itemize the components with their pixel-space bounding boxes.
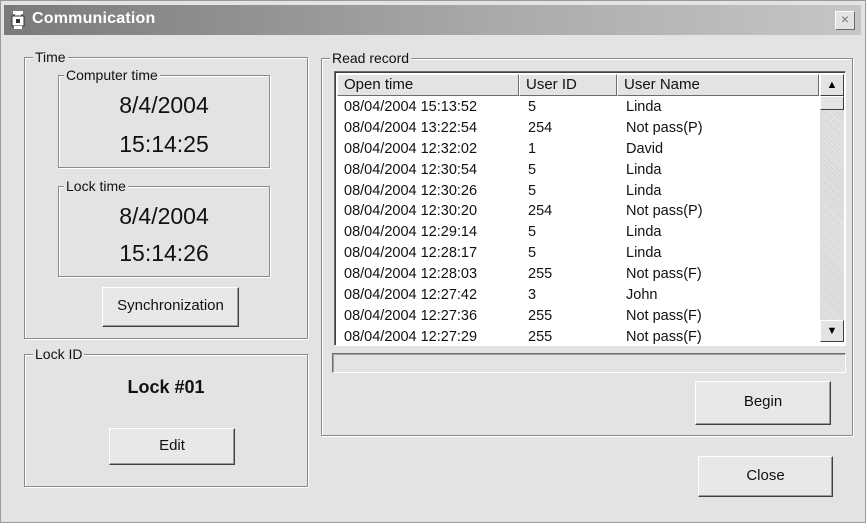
computer-date: 8/4/2004 xyxy=(119,92,209,118)
time-group: Time Computer time 8/4/2004 15:14:25 Loc… xyxy=(24,48,308,339)
user-id-cell: 3 xyxy=(528,287,537,304)
table-row[interactable]: 08/04/2004 12:32:02 1 David xyxy=(337,139,819,160)
user-id-cell: 5 xyxy=(528,245,537,262)
begin-button[interactable]: Begin xyxy=(695,381,831,425)
lock-name: Lock #01 xyxy=(127,377,205,397)
table-row[interactable]: 08/04/2004 12:27:36 255 Not pass(F) xyxy=(337,306,819,327)
column-header-user-name[interactable]: User Name xyxy=(617,74,819,96)
table-row[interactable]: 08/04/2004 12:29:14 5 Linda xyxy=(337,222,819,243)
user-id-cell: 255 xyxy=(528,328,553,345)
begin-button-label: Begin xyxy=(743,393,783,410)
user-id-cell: 5 xyxy=(528,161,537,178)
scroll-down-icon[interactable]: ▼ xyxy=(820,320,844,342)
open-time-cell: 08/04/2004 15:13:52 xyxy=(344,99,478,115)
user-name-cell: Linda xyxy=(626,182,662,199)
scroll-up-icon[interactable]: ▲ xyxy=(820,74,844,96)
open-time-cell: 08/04/2004 12:29:14 xyxy=(344,224,478,241)
open-time-cell: 08/04/2004 12:30:26 xyxy=(344,182,478,199)
user-name-cell: John xyxy=(626,287,658,304)
user-id-cell: 5 xyxy=(528,224,537,241)
communication-window: Communication × Time Computer time 8/4/2… xyxy=(0,0,866,523)
table-row[interactable]: 08/04/2004 12:30:26 5 Linda xyxy=(337,181,819,202)
read-progress-bar xyxy=(332,353,846,373)
user-name-cell: Linda xyxy=(626,224,662,241)
user-name-cell: Linda xyxy=(626,245,662,262)
open-time-cell: 08/04/2004 12:27:42 xyxy=(344,287,478,304)
user-name-cell: Not pass(P) xyxy=(626,119,703,136)
synchronization-button-label: Synchronization xyxy=(117,297,224,314)
user-id-cell: 254 xyxy=(528,119,553,136)
user-name-cell: Linda xyxy=(626,99,662,115)
record-list[interactable]: Open time User ID User Name 08/04/2004 1… xyxy=(334,71,846,346)
user-id-cell: 255 xyxy=(528,266,553,283)
table-row[interactable]: 08/04/2004 13:22:54 254 Not pass(P) xyxy=(337,118,819,139)
lock-time-label: Lock time xyxy=(64,177,128,195)
computer-time-group: Computer time 8/4/2004 15:14:25 xyxy=(58,66,270,168)
table-row[interactable]: 08/04/2004 12:30:54 5 Linda xyxy=(337,160,819,181)
time-group-label: Time xyxy=(33,48,68,66)
open-time-cell: 08/04/2004 12:30:54 xyxy=(344,161,478,178)
lock-time: 15:14:26 xyxy=(119,240,209,266)
computer-time-label: Computer time xyxy=(64,66,160,84)
close-button-label: Close xyxy=(746,467,785,484)
user-id-cell: 5 xyxy=(528,99,537,115)
table-row[interactable]: 08/04/2004 15:13:52 5 Linda xyxy=(337,97,819,118)
user-name-cell: David xyxy=(626,140,664,157)
open-time-cell: 08/04/2004 12:28:03 xyxy=(344,266,478,283)
open-time-cell: 08/04/2004 12:28:17 xyxy=(344,245,478,262)
lock-id-label: Lock ID xyxy=(33,345,85,363)
user-name-cell: Not pass(F) xyxy=(626,266,702,283)
edit-button[interactable]: Edit xyxy=(109,428,235,465)
synchronization-button[interactable]: Synchronization xyxy=(102,287,239,327)
table-row[interactable]: 08/04/2004 12:30:20 254 Not pass(P) xyxy=(337,201,819,222)
computer-time: 15:14:25 xyxy=(119,131,209,157)
user-id-cell: 1 xyxy=(528,140,537,157)
open-time-cell: 08/04/2004 12:27:36 xyxy=(344,307,478,324)
column-header-open-time[interactable]: Open time xyxy=(337,74,519,96)
user-name-cell: Not pass(F) xyxy=(626,328,702,345)
record-rows: 08/04/2004 15:13:52 5 Linda 08/04/2004 13:… xyxy=(337,97,819,345)
open-time-cell: 08/04/2004 13:22:54 xyxy=(344,119,478,136)
open-time-cell: 08/04/2004 12:30:20 xyxy=(344,203,478,220)
table-row[interactable]: 08/04/2004 12:28:03 255 Not pass(F) xyxy=(337,264,819,285)
user-name-cell: Not pass(F) xyxy=(626,307,702,324)
scroll-thumb[interactable] xyxy=(820,96,844,110)
table-row[interactable]: 08/04/2004 12:27:29 255 Not pass(F) xyxy=(337,327,819,345)
user-name-cell: Linda xyxy=(626,161,662,178)
lock-date: 8/4/2004 xyxy=(119,203,209,229)
edit-button-label: Edit xyxy=(159,437,185,454)
window-title: Communication xyxy=(32,10,156,27)
table-row[interactable]: 08/04/2004 12:27:42 3 John xyxy=(337,285,819,306)
user-name-cell: Not pass(P) xyxy=(626,203,703,220)
user-id-cell: 254 xyxy=(528,203,553,220)
lock-id-group: Lock ID Lock #01 Edit xyxy=(24,345,308,487)
lock-app-icon xyxy=(11,11,25,29)
user-id-cell: 5 xyxy=(528,182,537,199)
close-button[interactable]: Close xyxy=(698,456,833,497)
lock-time-group: Lock time 8/4/2004 15:14:26 xyxy=(58,177,270,277)
vertical-scrollbar[interactable]: ▲ ▼ xyxy=(820,74,844,342)
column-header-user-id[interactable]: User ID xyxy=(519,74,617,96)
open-time-cell: 08/04/2004 12:27:29 xyxy=(344,328,478,345)
table-row[interactable]: 08/04/2004 12:28:17 5 Linda xyxy=(337,243,819,264)
title-bar[interactable]: Communication × xyxy=(4,5,861,35)
close-icon[interactable]: × xyxy=(835,11,855,30)
user-id-cell: 255 xyxy=(528,307,553,324)
open-time-cell: 08/04/2004 12:32:02 xyxy=(344,140,478,157)
read-record-label: Read record xyxy=(330,49,412,67)
